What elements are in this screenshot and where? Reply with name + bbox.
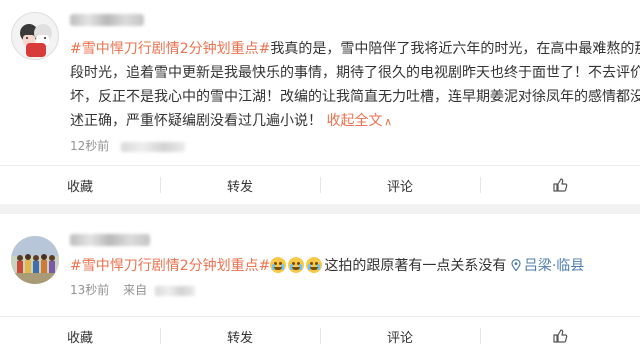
post-text-line: 我真的是，雪中陪伴了我将近六年的时光，在高中最难熬的那 <box>270 41 640 57</box>
favorite-label: 收藏 <box>66 330 93 346</box>
comment-button[interactable]: 评论 <box>320 317 480 355</box>
crying-face-icon <box>288 257 305 273</box>
chevron-up-icon: ∨ <box>384 116 393 129</box>
user-avatar[interactable] <box>11 236 59 284</box>
like-button[interactable] <box>480 166 640 204</box>
favorite-label: 收藏 <box>66 179 93 195</box>
action-bar: 收藏 转发 评论 <box>0 166 640 204</box>
action-separator <box>480 177 481 193</box>
topic-link[interactable]: #雪中悍刀行剧情2分钟划重点# <box>70 41 270 57</box>
post-text: #雪中悍刀行剧情2分钟划重点# 这拍的跟原著有一点关系没有 吕梁·临县 <box>70 254 630 278</box>
location-pin-icon <box>511 259 521 271</box>
crying-face-icon <box>306 257 323 273</box>
source-prefix: 来自 <box>123 283 148 297</box>
action-bar: 收藏 转发 评论 <box>0 317 640 355</box>
favorite-button[interactable]: 收藏 <box>0 317 160 355</box>
action-separator <box>480 328 481 344</box>
favorite-button[interactable]: 收藏 <box>0 166 160 204</box>
comment-label: 评论 <box>386 330 413 346</box>
post-text-line: 这拍的跟原著有一点关系没有 <box>324 258 507 274</box>
thumbs-up-icon <box>553 178 568 192</box>
user-avatar[interactable] <box>11 12 59 60</box>
weibo-post-2: #雪中悍刀行剧情2分钟划重点# 这拍的跟原著有一点关系没有 吕梁·临县 13秒前 … <box>0 214 640 355</box>
post-time[interactable]: 12秒前 <box>70 139 109 153</box>
collapse-label: 收起全文 <box>326 113 383 129</box>
repost-button[interactable]: 转发 <box>160 317 320 355</box>
action-separator <box>160 328 161 344</box>
blurred-username[interactable] <box>70 14 144 26</box>
action-separator <box>320 177 321 193</box>
topic-link[interactable]: #雪中悍刀行剧情2分钟划重点# <box>70 258 270 274</box>
avatar-illustration-icon <box>12 13 58 59</box>
location-label: 吕梁·临县 <box>523 258 585 274</box>
thumbs-up-icon <box>553 329 568 343</box>
action-separator <box>320 328 321 344</box>
like-button[interactable] <box>480 317 640 355</box>
crying-face-icon <box>270 257 287 273</box>
repost-button[interactable]: 转发 <box>160 166 320 204</box>
post-text-line: 段时光，追着雪中更新是我最快乐的事情，期待了很久的电视剧昨天也终于面世了！不去评… <box>70 65 640 81</box>
post-separator <box>0 204 640 214</box>
blurred-username[interactable] <box>70 234 150 246</box>
post-meta: 13秒前 来自 <box>70 281 195 298</box>
location-link[interactable]: 吕梁·临县 <box>511 258 584 274</box>
comment-label: 评论 <box>386 179 413 195</box>
post-meta: 12秒前 <box>70 137 186 154</box>
collapse-link[interactable]: 收起全文 ∨ <box>322 113 392 129</box>
repost-label: 转发 <box>226 179 253 195</box>
repost-label: 转发 <box>226 330 253 346</box>
post-text: #雪中悍刀行剧情2分钟划重点#我真的是，雪中陪伴了我将近六年的时光，在高中最难熬… <box>70 37 640 134</box>
blurred-source <box>121 141 186 152</box>
avatar-photo-icon <box>11 236 59 284</box>
action-separator <box>160 177 161 193</box>
blurred-source <box>154 285 195 296</box>
weibo-post-1: #雪中悍刀行剧情2分钟划重点#我真的是，雪中陪伴了我将近六年的时光，在高中最难熬… <box>0 0 640 204</box>
comment-button[interactable]: 评论 <box>320 166 480 204</box>
post-time[interactable]: 13秒前 <box>70 283 109 297</box>
post-text-line: 坏，反正不是我心中的雪中江湖！改编的让我简直无力吐槽，连早期姜泥对徐凤年的感情都… <box>70 89 640 105</box>
post-text-line: 述正确，严重怀疑编剧没看过几遍小说！ <box>70 113 322 129</box>
